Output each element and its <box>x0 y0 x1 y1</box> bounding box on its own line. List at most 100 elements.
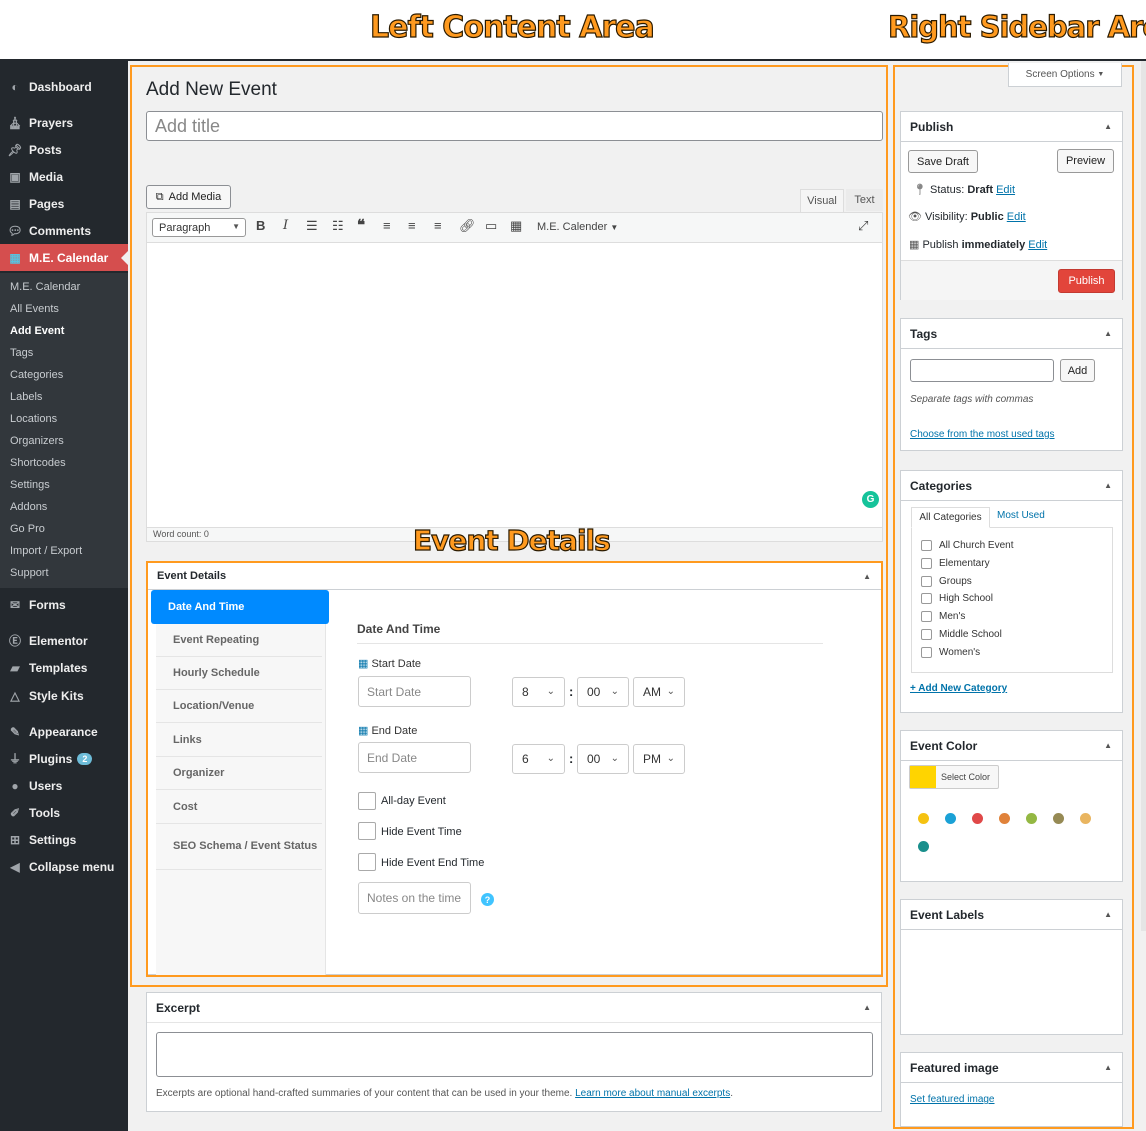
save-draft-button[interactable]: Save Draft <box>908 150 978 173</box>
scrollbar[interactable] <box>1141 61 1146 931</box>
sidebar-item-tools[interactable]: ✐ Tools <box>0 799 128 826</box>
collapse-caret-icon[interactable]: ▲ <box>1104 329 1112 338</box>
excerpt-textarea[interactable] <box>156 1032 873 1077</box>
sidebar-item-templates[interactable]: ▰ Templates <box>0 654 128 681</box>
sidebar-item-settings[interactable]: ⊞ Settings <box>0 826 128 853</box>
visibility-edit-link[interactable]: Edit <box>1007 211 1026 223</box>
category-checkbox[interactable] <box>921 611 932 623</box>
submenu-item[interactable]: Shortcodes <box>10 457 66 469</box>
category-item[interactable]: All Church Event <box>921 540 1013 551</box>
tags-panel: Tags ▲ Add Separate tags with commas Choo… <box>900 318 1123 451</box>
submenu-item[interactable]: Support <box>10 567 49 579</box>
submenu-item[interactable]: Addons <box>10 501 47 513</box>
submenu-item[interactable]: Categories <box>10 369 63 381</box>
tab-all-categories[interactable]: All Categories <box>911 507 990 528</box>
italic-icon[interactable]: I <box>283 218 288 233</box>
title-input[interactable]: Add title <box>146 111 883 141</box>
screen-options-button[interactable]: Screen Options ▼ <box>1008 63 1122 87</box>
submenu-item[interactable]: Tags <box>10 347 33 359</box>
add-category-link[interactable]: + Add New Category <box>910 683 1007 694</box>
category-item[interactable]: Groups <box>921 575 972 587</box>
featured-image-panel: Featured image ▲ Set featured image <box>900 1052 1123 1127</box>
sidebar-item-m-e-calendar[interactable]: ▦ M.E. Calendar <box>0 244 128 271</box>
color-swatch[interactable] <box>918 813 929 824</box>
submenu-item[interactable]: Organizers <box>10 435 64 447</box>
category-item[interactable]: Middle School <box>921 629 1002 640</box>
format-select[interactable]: Paragraph ▼ <box>152 218 246 237</box>
align-center-icon[interactable]: ≡ <box>408 218 416 233</box>
color-swatch[interactable] <box>945 813 956 824</box>
submenu-item[interactable]: Import / Export <box>10 545 82 557</box>
submenu-item[interactable]: M.E. Calendar <box>10 281 80 293</box>
category-checkbox[interactable] <box>921 646 932 658</box>
sidebar-item-pages[interactable]: ▤ Pages <box>0 190 128 217</box>
collapse-caret-icon[interactable]: ▲ <box>1104 122 1112 131</box>
color-swatch[interactable] <box>1053 813 1064 824</box>
excerpt-learn-more-link[interactable]: Learn more about manual excerpts <box>575 1088 730 1099</box>
category-item[interactable]: High School <box>921 593 993 605</box>
bullet-list-icon[interactable]: ☰ <box>306 218 318 234</box>
collapse-caret-icon[interactable]: ▲ <box>1104 910 1112 919</box>
color-swatch[interactable] <box>918 841 929 852</box>
tab-visual[interactable]: Visual <box>800 189 844 212</box>
collapse-caret-icon[interactable]: ▲ <box>863 1003 871 1012</box>
sidebar-item-appearance[interactable]: ✎ Appearance <box>0 718 128 745</box>
collapse-caret-icon[interactable]: ▲ <box>1104 481 1112 490</box>
submenu-item[interactable]: All Events <box>10 303 59 315</box>
color-swatch[interactable] <box>972 813 983 824</box>
tab-most-used[interactable]: Most Used <box>997 510 1045 521</box>
numbered-list-icon[interactable]: ☷ <box>332 218 344 234</box>
color-swatch[interactable] <box>1080 813 1091 824</box>
toolbar-toggle-icon[interactable]: ▦ <box>510 218 522 234</box>
sidebar-item-elementor[interactable]: Ⓔ Elementor <box>0 627 128 654</box>
align-right-icon[interactable]: ≡ <box>434 218 442 233</box>
publish-button[interactable]: Publish <box>1058 269 1115 293</box>
fullscreen-icon[interactable]: ⤢ <box>858 218 868 234</box>
tag-input[interactable] <box>910 359 1054 382</box>
sidebar-item-users[interactable]: ● Users <box>0 772 128 799</box>
collapse-caret-icon[interactable]: ▲ <box>1104 741 1112 750</box>
calendar-shortcode-menu[interactable]: M.E. Calender ▼ <box>537 221 618 233</box>
category-checkbox[interactable] <box>921 557 932 569</box>
most-used-tags-link[interactable]: Choose from the most used tags <box>910 429 1055 440</box>
category-item[interactable]: Elementary <box>921 557 990 569</box>
sidebar-item-forms[interactable]: ✉︎ Forms <box>0 591 128 618</box>
submenu-item[interactable]: Locations <box>10 413 57 425</box>
grammarly-icon[interactable]: G <box>862 491 879 508</box>
sidebar-item-posts[interactable]: 📌︎ Posts <box>0 136 128 163</box>
submenu-item[interactable]: Add Event <box>10 325 64 337</box>
status-edit-link[interactable]: Edit <box>996 184 1015 196</box>
media-icon: ▣ <box>9 169 21 184</box>
link-icon[interactable]: 🔗︎ <box>459 218 476 234</box>
sidebar-item-style-kits[interactable]: △ Style Kits <box>0 682 128 709</box>
blockquote-icon[interactable]: ❝ <box>357 216 365 234</box>
add-media-button[interactable]: ⧉ Add Media <box>146 185 231 209</box>
sidebar-item-plugins[interactable]: ⏚ Plugins 2 <box>0 745 128 772</box>
submenu-item[interactable]: Labels <box>10 391 42 403</box>
submenu-item[interactable]: Settings <box>10 479 50 491</box>
bold-icon[interactable]: B <box>256 218 265 233</box>
sidebar-item-dashboard[interactable]: ◐ Dashboard <box>0 73 128 100</box>
align-left-icon[interactable]: ≡ <box>383 218 391 233</box>
sidebar-item-media[interactable]: ▣ Media <box>0 163 128 190</box>
read-more-icon[interactable]: ▭ <box>485 218 497 234</box>
sidebar-item-collapse-menu[interactable]: ◀ Collapse menu <box>0 853 128 880</box>
collapse-caret-icon[interactable]: ▲ <box>1104 1063 1112 1072</box>
select-color-button[interactable]: Select Color <box>909 765 999 789</box>
preview-button[interactable]: Preview <box>1057 149 1114 173</box>
sidebar-item-prayers[interactable]: ⛪︎ Prayers <box>0 109 128 136</box>
category-checkbox[interactable] <box>921 593 932 605</box>
add-tag-button[interactable]: Add <box>1060 359 1095 382</box>
sidebar-item-comments[interactable]: 💬︎ Comments <box>0 217 128 244</box>
tab-text[interactable]: Text <box>846 189 883 211</box>
category-checkbox[interactable] <box>921 575 932 587</box>
color-swatch[interactable] <box>999 813 1010 824</box>
category-item[interactable]: Men's <box>921 611 965 623</box>
color-swatch[interactable] <box>1026 813 1037 824</box>
set-featured-image-link[interactable]: Set featured image <box>910 1094 995 1105</box>
category-checkbox[interactable] <box>921 629 932 640</box>
category-item[interactable]: Women's <box>921 646 980 658</box>
category-checkbox[interactable] <box>921 540 932 551</box>
schedule-edit-link[interactable]: Edit <box>1028 239 1047 251</box>
submenu-item[interactable]: Go Pro <box>10 523 45 535</box>
